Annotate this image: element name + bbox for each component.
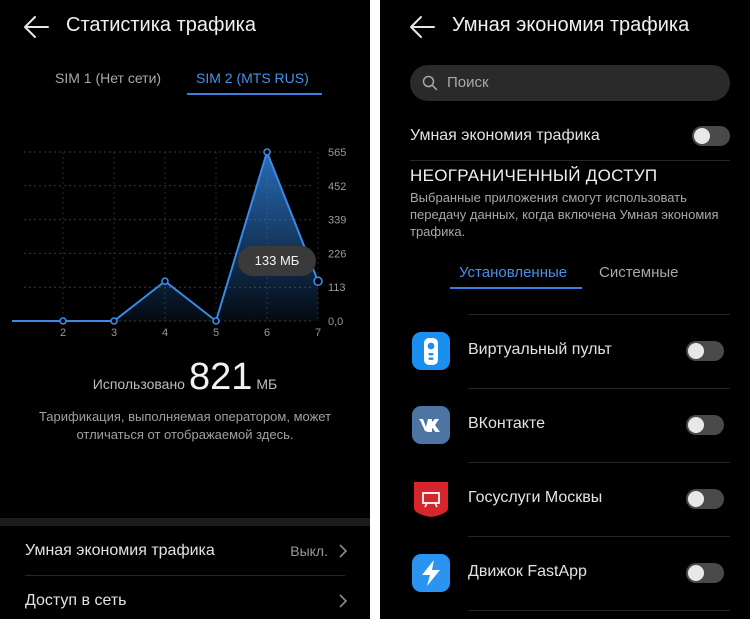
toggle-knob (688, 417, 704, 433)
app-toggle[interactable] (686, 489, 724, 509)
data-point (212, 317, 220, 325)
x-tick-label: 7 (315, 327, 321, 339)
setting-label: Умная экономия трафика (25, 542, 215, 559)
toggle-knob (688, 491, 704, 507)
search-input[interactable]: Поиск (410, 65, 730, 101)
usage-label: Использовано (92, 376, 185, 392)
smart-saving-screen: Умная экономия трафика Поиск Умная эконо… (380, 0, 750, 619)
list-item: Движок FastApp (380, 536, 750, 610)
toggle-knob (688, 565, 704, 581)
y-tick-label: 339 (328, 215, 346, 227)
list-item: ВКонтакте (380, 388, 750, 462)
app-tabs: Установленные Системные (380, 264, 750, 294)
network-access-setting-row[interactable]: Доступ в сеть (0, 576, 370, 619)
header: Статистика трафика (0, 0, 370, 54)
x-tick-label: 5 (213, 327, 219, 339)
header: Умная экономия трафика (380, 0, 750, 54)
usage-unit: МБ (256, 376, 278, 392)
traffic-stats-screen: Статистика трафика SIM 1 (Нет сети) SIM … (0, 0, 370, 619)
chevron-right-icon (339, 544, 348, 558)
app-toggle[interactable] (686, 415, 724, 435)
chevron-right-icon (339, 594, 348, 608)
app-name: Движок FastApp (468, 563, 587, 580)
search-placeholder: Поиск (447, 74, 489, 91)
page-title: Статистика трафика (66, 14, 256, 36)
smart-saving-toggle[interactable] (692, 126, 730, 146)
toggle-knob (694, 128, 710, 144)
smart-saving-setting-row[interactable]: Умная экономия трафика Выкл. (0, 526, 370, 576)
row-divider (468, 610, 730, 611)
active-tab-indicator (450, 287, 582, 289)
y-tick-label: 0,0 (328, 316, 343, 328)
app-name: Виртуальный пульт (468, 341, 612, 358)
billing-note: Тарификация, выполняемая оператором, мож… (38, 409, 332, 442)
remote-control-icon (412, 332, 450, 370)
app-name: Госуслуги Москвы (468, 489, 603, 506)
toggle-knob (688, 343, 704, 359)
app-name: ВКонтакте (468, 415, 545, 432)
tab-system[interactable]: Системные (599, 264, 678, 281)
usage-value: 821 (188, 356, 253, 398)
tab-sim1[interactable]: SIM 1 (Нет сети) (55, 70, 161, 86)
smart-saving-label: Умная экономия трафика (410, 127, 600, 144)
tab-installed[interactable]: Установленные (459, 264, 567, 281)
usage-summary: Использовано 821 МБ (0, 356, 370, 399)
traffic-chart-svg: 565 452 339 226 113 0,0 2 3 4 5 6 7 (12, 147, 346, 339)
y-tick-label: 226 (328, 248, 346, 260)
chart-tooltip: 133 МБ (238, 246, 316, 276)
back-arrow-icon[interactable] (408, 14, 436, 40)
data-point (313, 276, 323, 287)
y-tick-label: 565 (328, 147, 346, 159)
x-tick-label: 2 (60, 327, 66, 339)
y-tick-label: 113 (328, 282, 346, 294)
section-description: Выбранные приложения смогут использовать… (410, 190, 719, 239)
setting-label: Доступ в сеть (25, 592, 127, 609)
setting-value: Выкл. (290, 543, 328, 559)
active-tab-indicator (187, 93, 322, 95)
data-point (59, 317, 67, 325)
x-tick-label: 3 (111, 327, 117, 339)
list-item: Госуслуги Москвы (380, 462, 750, 536)
app-toggle[interactable] (686, 563, 724, 583)
page-title: Умная экономия трафика (452, 14, 690, 36)
data-point (161, 277, 169, 286)
x-tick-label: 4 (162, 327, 168, 339)
section-title: НЕОГРАНИЧЕННЫЙ ДОСТУП (410, 166, 658, 185)
row-divider (410, 160, 730, 161)
smart-saving-row: Умная экономия трафика (410, 125, 730, 149)
x-tick-label: 6 (264, 327, 270, 339)
back-arrow-icon[interactable] (22, 14, 50, 40)
app-toggle[interactable] (686, 341, 724, 361)
gosuslugi-moscow-icon (412, 480, 450, 518)
data-point (110, 317, 118, 325)
vk-icon (412, 406, 450, 444)
data-point (263, 148, 271, 156)
y-tick-label: 452 (328, 181, 346, 193)
traffic-chart: 565 452 339 226 113 0,0 2 3 4 5 6 7 133 МБ (0, 140, 370, 340)
section-divider (0, 518, 370, 526)
fastapp-icon (412, 554, 450, 592)
list-item: Виртуальный пульт (380, 314, 750, 388)
tab-sim2[interactable]: SIM 2 (MTS RUS) (196, 70, 309, 86)
sim-tabs: SIM 1 (Нет сети) SIM 2 (MTS RUS) (0, 70, 370, 98)
search-icon (422, 75, 438, 91)
